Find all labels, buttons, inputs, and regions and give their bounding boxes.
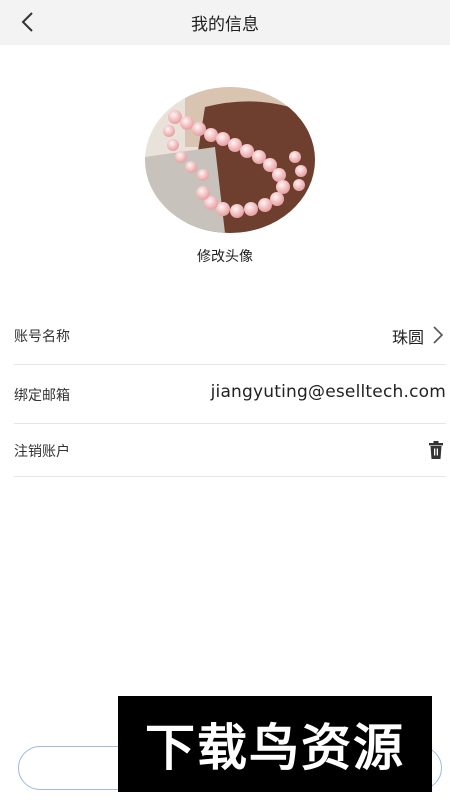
chevron-right-icon bbox=[433, 326, 444, 344]
delete-account-label: 注销账户 bbox=[14, 444, 70, 460]
header-bar: 我的信息 bbox=[0, 0, 450, 45]
account-name-value: 珠圆 bbox=[391, 328, 424, 347]
change-avatar-label[interactable]: 修改头像 bbox=[0, 246, 450, 266]
delete-account-row[interactable]: 注销账户 bbox=[14, 424, 446, 477]
account-name-row[interactable]: 账号名称 珠圆 bbox=[14, 306, 446, 365]
trash-icon[interactable] bbox=[428, 441, 444, 459]
avatar-photo bbox=[145, 87, 315, 233]
page-title: 我的信息 bbox=[191, 15, 259, 35]
account-name-label: 账号名称 bbox=[14, 329, 70, 345]
watermark-text: 下载鸟资源 bbox=[145, 719, 405, 777]
bound-email-value: jiangyuting@eselltech.com bbox=[210, 382, 446, 402]
bound-email-row: 绑定邮箱 jiangyuting@eselltech.com bbox=[14, 365, 446, 424]
avatar[interactable] bbox=[145, 87, 315, 233]
bound-email-label: 绑定邮箱 bbox=[14, 388, 70, 404]
watermark-logo: 下载鸟资源 bbox=[118, 696, 432, 792]
